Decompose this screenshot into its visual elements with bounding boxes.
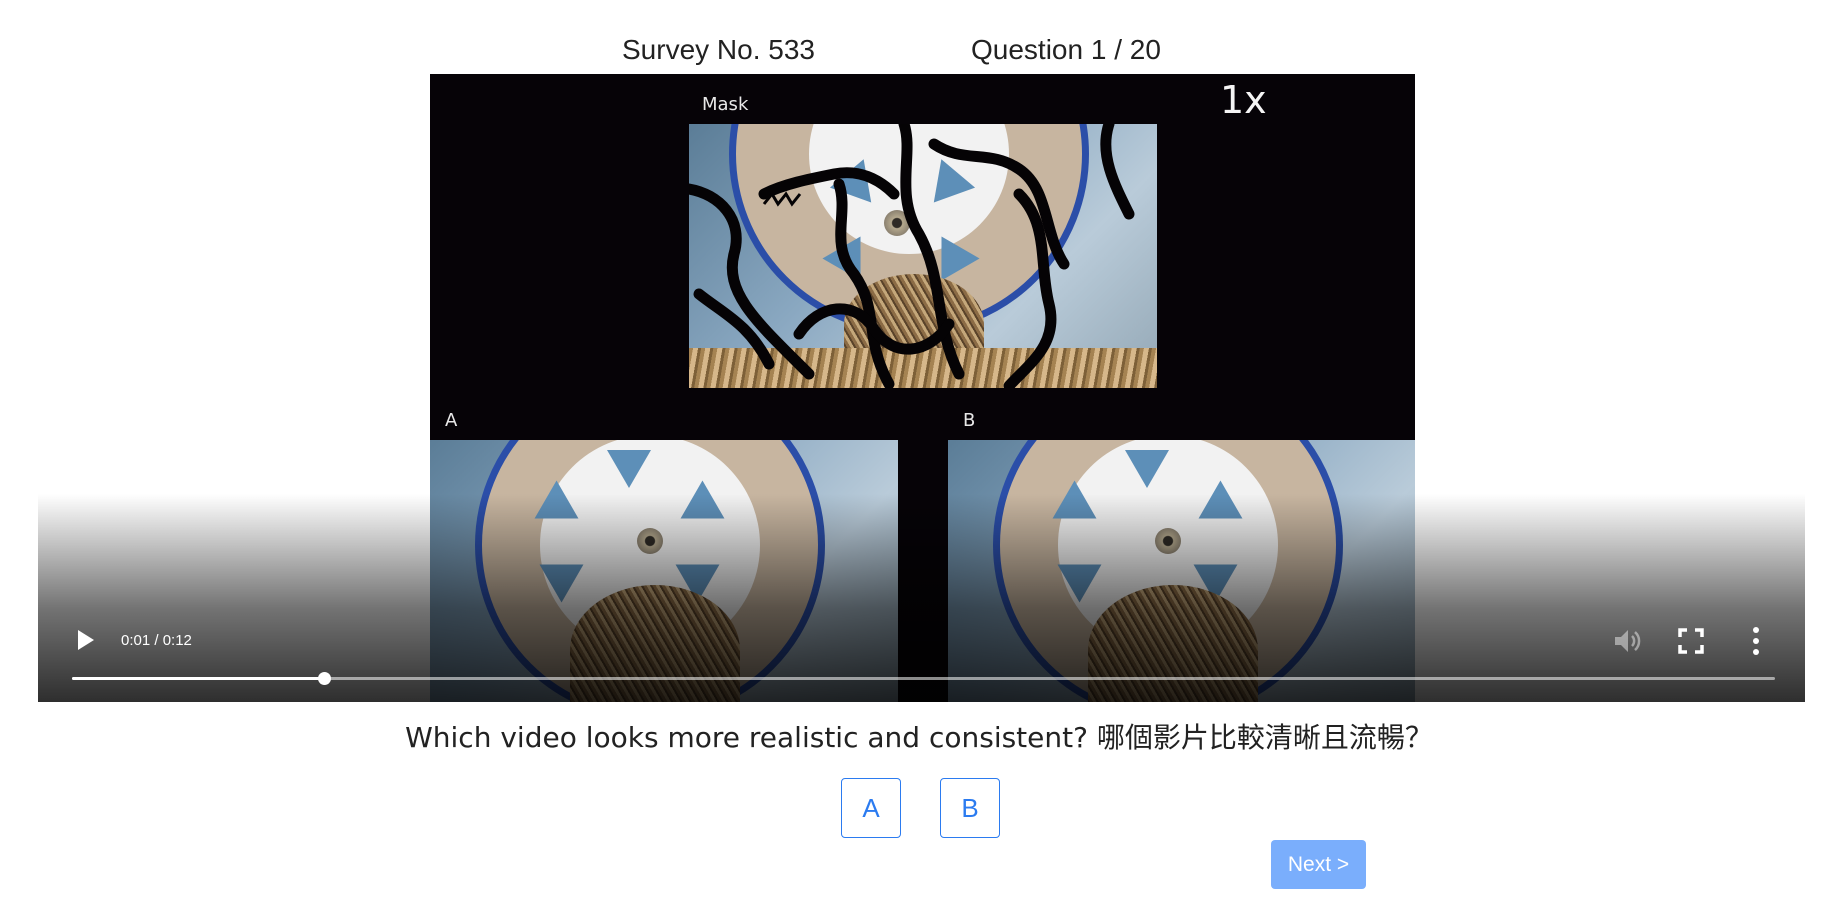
question-progress: Question 1 / 20 <box>971 34 1161 65</box>
mask-scribble-overlay <box>689 124 1135 388</box>
survey-number: Survey No. 533 <box>622 34 815 65</box>
video-a-label: A <box>445 410 458 431</box>
video-progress-fill <box>72 677 325 680</box>
more-options-icon[interactable] <box>1751 626 1761 656</box>
video-time-display: 0:01 / 0:12 <box>121 632 192 649</box>
video-progress-handle[interactable] <box>318 672 332 685</box>
next-button[interactable]: Next > <box>1271 840 1366 889</box>
wheel-slot-shape <box>607 450 651 488</box>
play-icon[interactable] <box>78 630 94 650</box>
mask-panel-label: Mask <box>702 94 749 115</box>
volume-muted-icon[interactable] <box>1612 627 1642 655</box>
video-player[interactable]: Mask 1x A B 0:01 / 0:12 <box>38 74 1805 702</box>
choice-b-button[interactable]: B <box>940 778 1000 838</box>
video-progress-bar[interactable] <box>72 672 1775 685</box>
video-b-label: B <box>963 410 976 431</box>
survey-header: Survey No. 533 Question 1 / 20 <box>0 30 1838 70</box>
fullscreen-icon[interactable] <box>1678 628 1704 654</box>
wheel-slot-shape <box>1125 450 1169 488</box>
survey-page: Survey No. 533 Question 1 / 20 Mask 1x A… <box>0 0 1838 898</box>
mask-video-panel <box>689 124 1157 388</box>
question-text: Which video looks more realistic and con… <box>405 721 1433 754</box>
speed-indicator: 1x <box>1220 78 1267 122</box>
video-controls-overlay <box>38 494 1805 702</box>
choice-a-button[interactable]: A <box>841 778 901 838</box>
